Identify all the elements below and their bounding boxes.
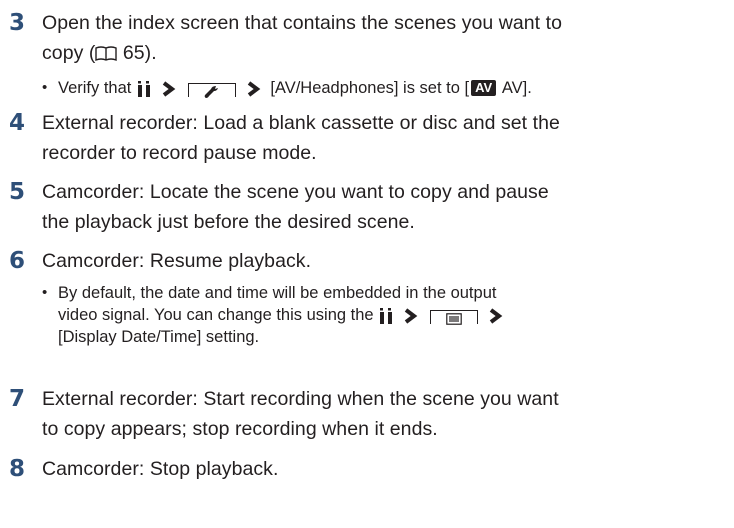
arrow-icon <box>489 308 503 324</box>
step-number: 6 <box>9 248 26 274</box>
arrow-icon <box>404 308 418 324</box>
book-icon <box>95 46 118 61</box>
menu-icon <box>137 80 150 97</box>
step-number: 5 <box>9 179 26 205</box>
setup-wrench-icon <box>204 85 219 98</box>
step-6-note: • By default, the date and time will be … <box>42 282 728 348</box>
arrow-icon <box>247 81 261 97</box>
playback-settings-icon <box>446 312 463 325</box>
step-number: 3 <box>9 10 26 36</box>
step-text: External recorder: Start recording when … <box>42 388 559 440</box>
manual-page: 3 Open the index screen that contains th… <box>0 0 734 528</box>
step-number: 4 <box>9 110 26 136</box>
step-text: Camcorder: Resume playback. <box>42 250 312 272</box>
step-text: Camcorder: Stop playback. <box>42 458 279 480</box>
step-number: 8 <box>9 456 26 482</box>
step-number: 7 <box>9 386 26 412</box>
step-text: External recorder: Load a blank cassette… <box>42 112 560 164</box>
arrow-icon <box>162 81 175 97</box>
step-text: Open the index screen that contains the … <box>42 12 562 64</box>
menu-icon <box>380 307 393 324</box>
av-badge: AV <box>471 80 497 96</box>
step-3-note: • Verify that [AV/Headphones] is set to … <box>42 79 532 98</box>
step-text: Camcorder: Locate the scene you want to … <box>42 181 549 233</box>
